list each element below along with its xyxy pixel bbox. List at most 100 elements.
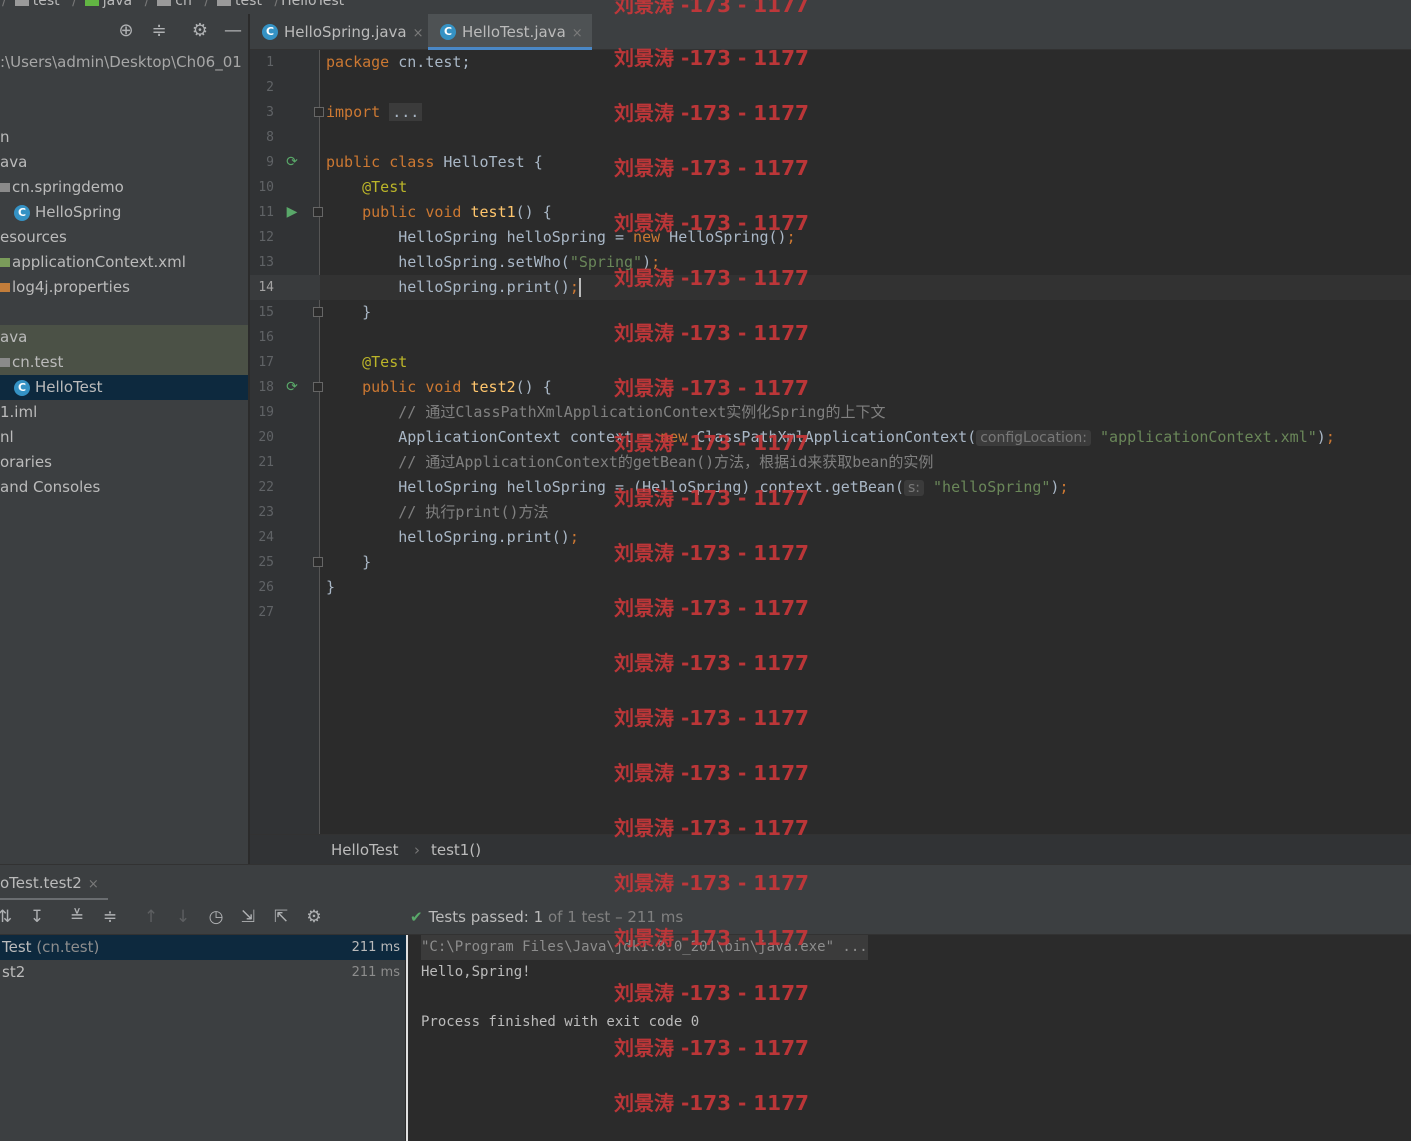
status-detail: of 1 test – 211 ms — [547, 908, 684, 926]
tree-item-package[interactable]: cn.test — [0, 350, 248, 375]
tests-status: ✔ Tests passed: 1 of 1 test – 211 ms — [410, 900, 683, 935]
line-number: 15 — [258, 305, 274, 320]
line-number: 23 — [258, 505, 274, 520]
tab-hellospring[interactable]: C HelloSpring.java × — [250, 14, 428, 50]
code-line: } — [326, 553, 372, 571]
tree-item-label: n — [0, 128, 10, 146]
line-number: 17 — [258, 355, 274, 370]
code-text: ) — [1316, 428, 1326, 446]
tree-item-label: ava — [0, 153, 28, 171]
breadcrumb-class[interactable]: HelloTest — [331, 835, 399, 865]
keyword: public void — [326, 378, 471, 396]
semicolon: ; — [569, 278, 579, 296]
sort-by-duration-icon[interactable]: ↧ — [26, 906, 48, 928]
tree-item-label: log4j.properties — [12, 278, 130, 296]
breadcrumb-item[interactable]: test — [235, 0, 262, 9]
fold-toggle-icon[interactable] — [313, 557, 323, 567]
class-icon: C — [14, 205, 30, 221]
breadcrumb-method[interactable]: test1() — [431, 835, 481, 865]
tree-item-class-selected[interactable]: C HelloTest — [0, 375, 248, 400]
tree-item[interactable]: esources — [0, 225, 248, 250]
fold-toggle-icon[interactable] — [314, 107, 324, 117]
import-tests-icon[interactable]: ⇲ — [237, 906, 259, 928]
string-literal: "applicationContext.xml" — [1100, 428, 1317, 446]
tab-hellotest[interactable]: C HelloTest.java × — [428, 14, 592, 50]
close-icon[interactable]: × — [88, 877, 99, 892]
project-root-path[interactable]: :\Users\admin\Desktop\Ch06_01 — [0, 50, 248, 75]
test-package: (cn.test) — [36, 938, 100, 956]
run-class-icon[interactable]: ⟳ — [284, 154, 300, 170]
code-text: ApplicationContext context = — [326, 428, 661, 446]
code-line: HelloSpring helloSpring = new HelloSprin… — [326, 225, 796, 250]
tree-item-label: HelloTest — [35, 378, 103, 396]
line-number: 20 — [258, 430, 274, 445]
package-icon — [157, 0, 172, 6]
code-line: import ... — [326, 100, 423, 125]
history-icon[interactable]: ◷ — [205, 906, 227, 928]
breadcrumb-item[interactable]: cn — [175, 0, 192, 9]
semicolon: ; — [786, 228, 796, 246]
breadcrumb-item[interactable]: HelloTest — [281, 0, 344, 9]
rerun-test-icon[interactable]: ⟳ — [284, 379, 300, 395]
run-toolbar: ⇅ ↧ ≚ ≑ ↑ ↓ ◷ ⇲ ⇱ ⚙ ✔ Tests passed: 1 of … — [0, 900, 1411, 935]
collapse-all-icon[interactable]: ≑ — [99, 906, 121, 928]
line-number: 26 — [258, 580, 274, 595]
line-number: 21 — [258, 455, 274, 470]
fold-toggle-icon[interactable] — [313, 307, 323, 317]
test-method-row[interactable]: st2 211 ms — [0, 960, 406, 985]
code-editor[interactable]: 1 2 3 8 9 10 11 12 13 14 15 16 17 18 19 … — [250, 50, 1411, 834]
breadcrumb-item[interactable]: java — [103, 0, 132, 9]
close-icon[interactable]: × — [413, 26, 424, 41]
code-text: HelloTest { — [434, 153, 543, 171]
tree-item-class[interactable]: C HelloSpring — [0, 200, 248, 225]
parameter-hint: s: — [903, 480, 924, 496]
export-tests-icon[interactable]: ⇱ — [270, 906, 292, 928]
previous-failed-icon[interactable]: ↑ — [140, 906, 162, 928]
fold-toggle-icon[interactable] — [313, 207, 323, 217]
tree-item[interactable]: 1.iml — [0, 400, 248, 425]
tree-item-package[interactable]: cn.springdemo — [0, 175, 248, 200]
tree-item[interactable]: ava — [0, 150, 248, 175]
console-command-line[interactable]: "C:\Program Files\Java\jdk1.8.0_201\bin\… — [421, 935, 868, 960]
run-configuration-tab[interactable]: oTest.test2 × — [0, 865, 108, 901]
collapse-all-icon[interactable]: ≑ — [148, 20, 170, 42]
code-text: helloSpring.print() — [326, 528, 570, 546]
tree-item[interactable]: n — [0, 125, 248, 150]
close-icon[interactable]: × — [572, 26, 583, 41]
console-output[interactable]: "C:\Program Files\Java\jdk1.8.0_201\bin\… — [408, 935, 1411, 1141]
gear-icon[interactable]: ⚙ — [189, 20, 211, 42]
code-text: helloSpring.setWho( — [326, 253, 570, 271]
sort-alphabetically-icon[interactable]: ⇅ — [0, 906, 16, 928]
run-test-icon[interactable]: ▶ — [284, 204, 300, 220]
code-text: HelloSpring helloSpring = (HelloSpring) … — [326, 478, 904, 496]
code-text: cn.test; — [389, 53, 471, 71]
keyword: new — [633, 228, 661, 246]
properties-file-icon — [0, 283, 10, 292]
tree-item-file[interactable]: applicationContext.xml — [0, 250, 248, 275]
comment: // 通过ClassPathXmlApplicationContext实例化Sp… — [326, 403, 886, 421]
tree-item[interactable]: nl — [0, 425, 248, 450]
locate-icon[interactable]: ⊕ — [115, 20, 137, 42]
tree-item[interactable]: and Consoles — [0, 475, 248, 500]
tree-item[interactable]: oraries — [0, 450, 248, 475]
editor-breadcrumb: HelloTest › test1() — [250, 834, 1411, 864]
keyword: public class — [326, 153, 435, 171]
parameter-hint: configLocation: — [976, 430, 1091, 446]
hide-icon[interactable]: — — [222, 20, 244, 42]
fold-toggle-icon[interactable] — [313, 382, 323, 392]
status-count: 1 — [533, 908, 544, 926]
breadcrumb-item[interactable]: test — [33, 0, 60, 9]
keyword: new — [660, 428, 688, 446]
text-caret — [578, 278, 581, 297]
gear-icon[interactable]: ⚙ — [303, 906, 325, 928]
test-class-row[interactable]: Test (cn.test) 211 ms — [0, 935, 406, 960]
next-failed-icon[interactable]: ↓ — [172, 906, 194, 928]
expand-all-icon[interactable]: ≚ — [66, 906, 88, 928]
tree-item-file[interactable]: log4j.properties — [0, 275, 248, 300]
comment: // 通过ApplicationContext的getBean()方法，根据id… — [326, 453, 934, 471]
line-number: 13 — [258, 255, 274, 270]
tree-item-label: and Consoles — [0, 478, 101, 496]
tree-item[interactable]: ava — [0, 325, 248, 350]
code-text: () { — [515, 378, 552, 396]
folded-imports[interactable]: ... — [389, 103, 423, 121]
